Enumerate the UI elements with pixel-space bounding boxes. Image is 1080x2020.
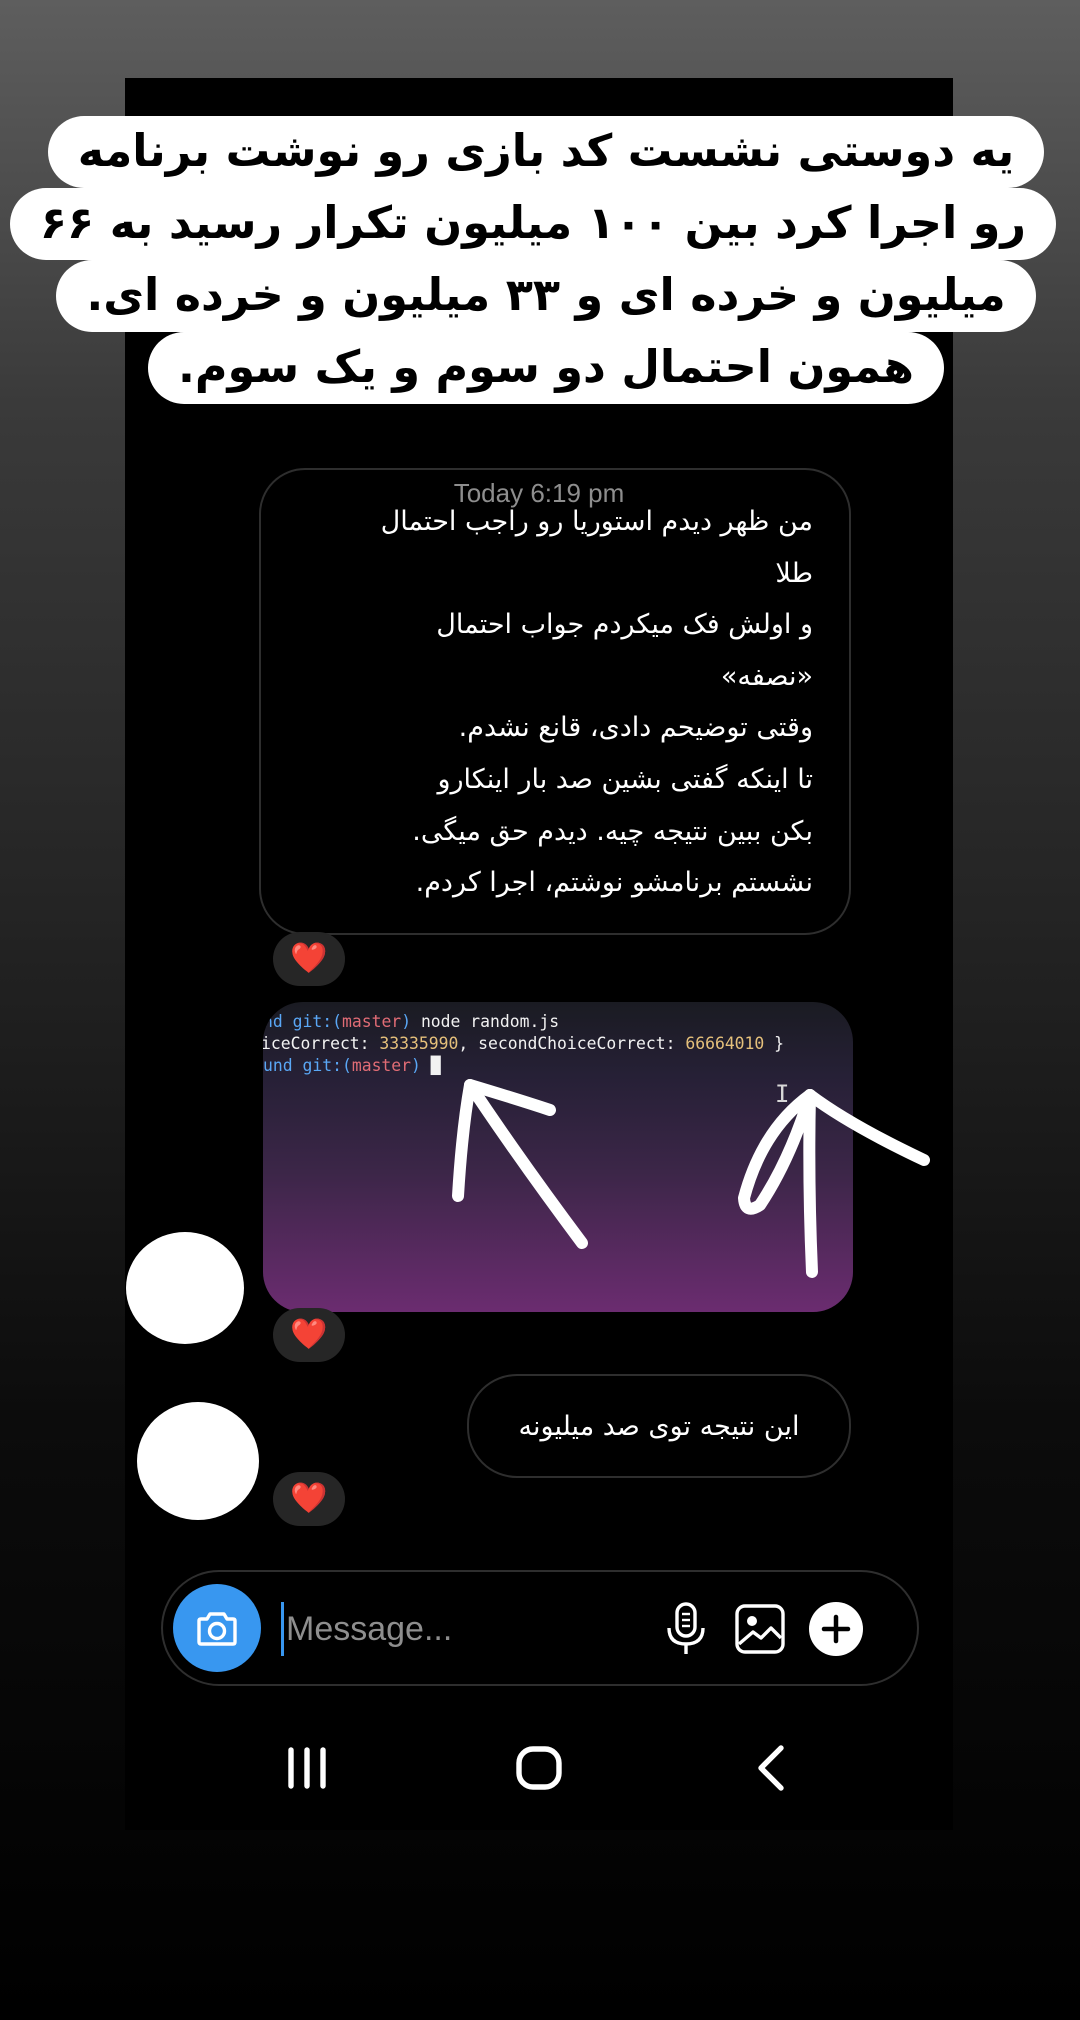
heart-reaction[interactable]: ❤️ bbox=[273, 932, 345, 986]
message-line: وقتی توضیحم دادی، قانع نشدم. bbox=[458, 712, 813, 744]
avatar[interactable] bbox=[137, 1402, 259, 1520]
system-navigation-bar bbox=[125, 1728, 953, 1808]
message-line: بکن ببین نتیجه چیه. دیدم حق میگی. bbox=[412, 815, 813, 847]
message-line: و اولش فک میکردم جواب احتمال bbox=[436, 609, 813, 641]
camera-icon bbox=[197, 1612, 237, 1646]
gallery-icon bbox=[735, 1604, 785, 1654]
terminal-line-output: iceCorrect: 33335990, secondChoiceCorrec… bbox=[263, 1034, 785, 1053]
microphone-button[interactable] bbox=[657, 1600, 715, 1658]
text-cursor-ibeam-icon: I bbox=[775, 1080, 790, 1108]
avatar[interactable] bbox=[126, 1232, 244, 1344]
message-bubble-incoming[interactable]: این نتیجه توی صد میلیونه bbox=[467, 1374, 851, 1478]
gallery-button[interactable] bbox=[731, 1600, 789, 1658]
more-options-button[interactable] bbox=[807, 1600, 865, 1658]
message-input[interactable] bbox=[281, 1602, 648, 1656]
recent-apps-icon bbox=[288, 1747, 326, 1789]
heart-reaction[interactable]: ❤️ bbox=[273, 1472, 345, 1526]
message-composer bbox=[161, 1570, 919, 1686]
back-button[interactable] bbox=[741, 1738, 801, 1798]
message-line: نشستم برنامشو نوشتم، اجرا کردم. bbox=[415, 867, 813, 899]
caption-line: همون احتمال دو سوم و یک سوم. bbox=[147, 332, 945, 404]
caption-line: میلیون و خرده ای و ۳۳ میلیون و خرده ای. bbox=[56, 260, 1036, 332]
message-text: این نتیجه توی صد میلیونه bbox=[518, 1410, 800, 1442]
terminal-line-prompt: und git:(master) █ bbox=[263, 1056, 441, 1075]
plus-icon bbox=[809, 1602, 863, 1656]
terminal-line-command: nd git:(master) node random.js bbox=[263, 1012, 560, 1031]
camera-button[interactable] bbox=[173, 1584, 261, 1672]
caption-line: رو اجرا کرد بین ۱۰۰ میلیون تکرار رسید به… bbox=[9, 188, 1056, 260]
image-message-terminal-screenshot[interactable]: nd git:(master) node random.js iceCorrec… bbox=[263, 1002, 853, 1312]
message-line: طلا bbox=[775, 557, 813, 589]
message-line: «نصفه» bbox=[720, 660, 813, 692]
home-icon bbox=[516, 1746, 562, 1790]
message-line: تا اینکه گفتی بشین صد بار اینکارو bbox=[437, 763, 813, 795]
story-caption: یه دوستی نشست کد بازی رو نوشت برنامه رو … bbox=[9, 116, 1056, 404]
message-line: من ظهر دیدم استوریا رو راجب احتمال bbox=[380, 506, 813, 537]
message-bubble-incoming[interactable]: من ظهر دیدم استوریا رو راجب احتمال طلا و… bbox=[259, 468, 851, 935]
heart-reaction[interactable]: ❤️ bbox=[273, 1308, 345, 1362]
home-button[interactable] bbox=[509, 1738, 569, 1798]
microphone-icon bbox=[667, 1602, 705, 1654]
back-icon bbox=[758, 1745, 784, 1791]
recent-apps-button[interactable] bbox=[277, 1738, 337, 1798]
caption-line: یه دوستی نشست کد بازی رو نوشت برنامه bbox=[47, 116, 1045, 188]
